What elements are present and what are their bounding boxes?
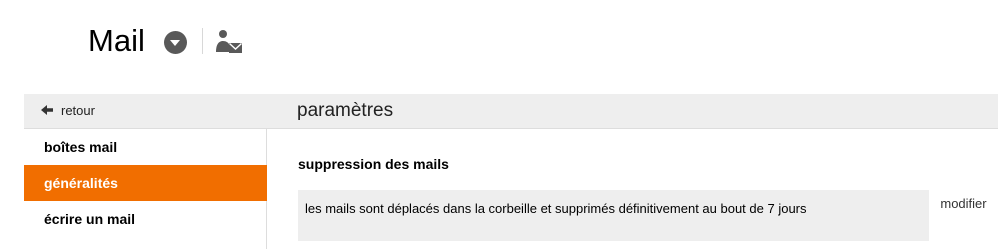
setting-value: les mails sont déplacés dans la corbeill… — [305, 201, 807, 216]
page-title: paramètres — [297, 100, 394, 121]
modify-button[interactable]: modifier — [929, 190, 998, 220]
settings-content: suppression des mails les mails sont dép… — [267, 129, 998, 249]
back-label: retour — [61, 103, 95, 118]
settings-bar: retour paramètres — [24, 94, 998, 129]
app-title: Mail — [88, 23, 145, 58]
user-mail-icon[interactable] — [214, 28, 244, 56]
settings-sidebar: boîtes mail généralités écrire un mail — [24, 129, 267, 249]
sidebar-item-mailboxes[interactable]: boîtes mail — [24, 129, 267, 165]
setting-value-box: les mails sont déplacés dans la corbeill… — [298, 190, 929, 241]
section-title: suppression des mails — [298, 156, 449, 172]
app-header: Mail — [0, 0, 998, 90]
sidebar-item-compose[interactable]: écrire un mail — [24, 201, 267, 237]
arrow-left-icon — [41, 105, 53, 115]
header-divider — [202, 28, 203, 54]
sidebar-item-general[interactable]: généralités — [24, 165, 267, 201]
back-button[interactable]: retour — [24, 94, 267, 128]
chevron-down-circle-icon[interactable] — [164, 31, 187, 54]
